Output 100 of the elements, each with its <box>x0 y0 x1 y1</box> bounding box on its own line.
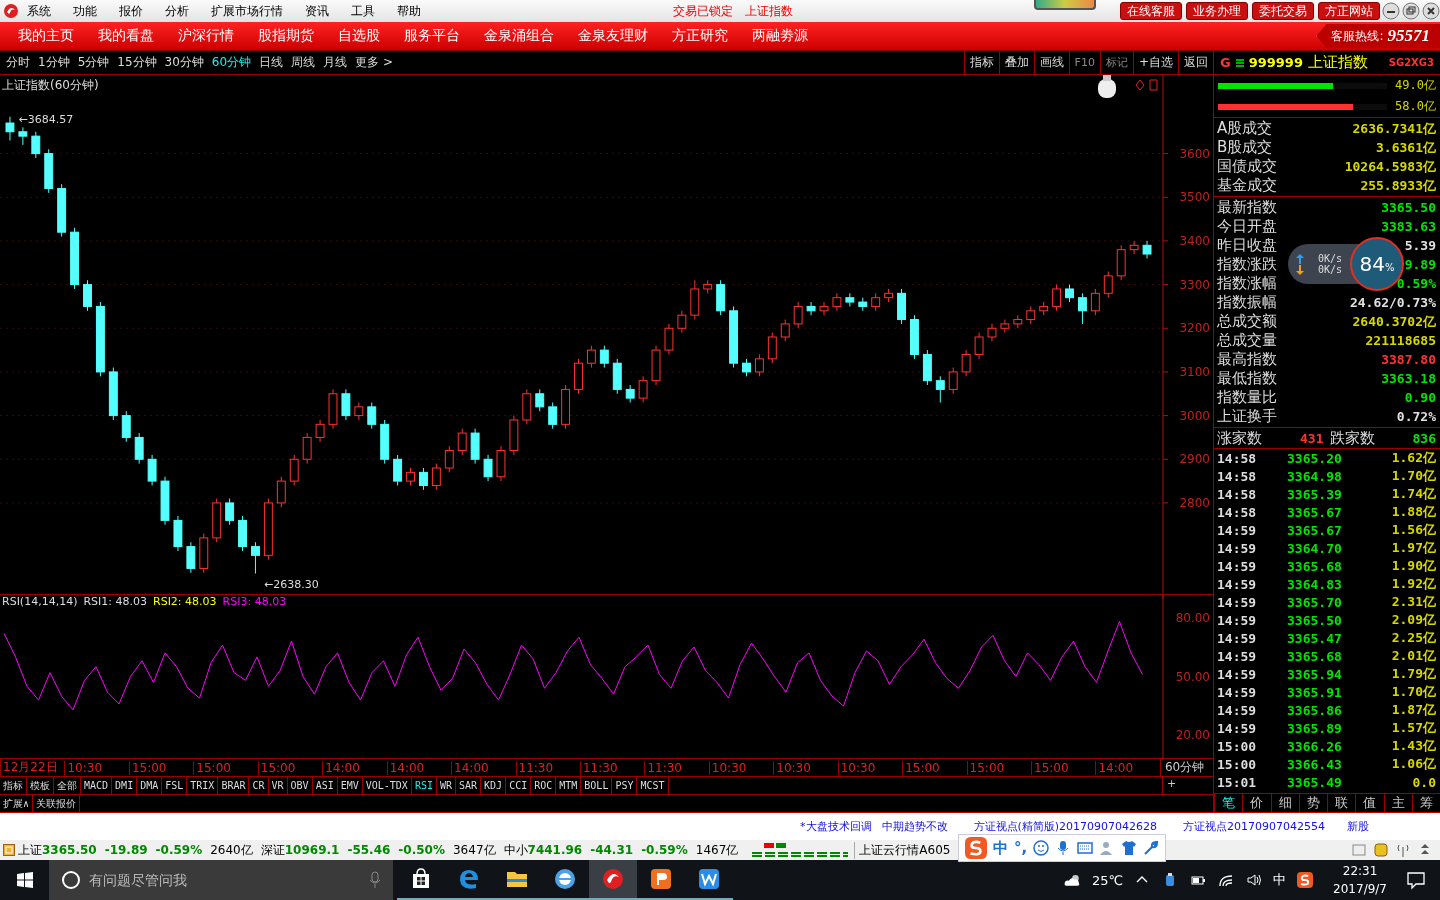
window-icon[interactable] <box>3 844 15 856</box>
menu-item[interactable]: 扩展市场行情 <box>211 2 283 20</box>
indicator-tab[interactable]: 指标 <box>0 777 27 794</box>
news-link[interactable]: 中期趋势不改 <box>881 819 948 834</box>
time-label: 14:00 <box>1095 760 1160 775</box>
menu-item[interactable]: 分析 <box>165 2 189 20</box>
time-label: 11:30 <box>515 760 580 775</box>
news-link[interactable]: *大盘技术回调 <box>800 819 872 834</box>
tick-price: 3365.47 <box>1287 630 1343 646</box>
shirt-icon[interactable] <box>1121 840 1138 856</box>
period-tab[interactable]: 周线 <box>291 54 316 71</box>
windows-start-icon[interactable] <box>17 872 33 888</box>
weather-cloud-icon[interactable] <box>1063 872 1082 888</box>
nav-tab[interactable]: 我的主页 <box>18 27 74 45</box>
nav-tab[interactable]: 我的看盘 <box>98 27 154 45</box>
candle <box>18 126 28 146</box>
clock-date: 2017/9/7 <box>1333 881 1387 898</box>
tick-time: 14:58 <box>1217 486 1258 502</box>
period-tab[interactable]: 1分钟 <box>38 54 70 71</box>
wrench-icon[interactable] <box>1143 840 1160 856</box>
nav-tab[interactable]: 沪深行情 <box>178 27 234 45</box>
service-button[interactable]: 委托交易 <box>1252 2 1314 20</box>
period-tab[interactable]: 分时 <box>6 54 30 71</box>
antenna-icon[interactable] <box>1396 843 1410 857</box>
level-meter-icon <box>1034 0 1096 10</box>
menu-item[interactable]: 功能 <box>73 2 97 20</box>
indicator-tab[interactable]: 全部 <box>54 777 81 794</box>
menu-item[interactable]: 帮助 <box>397 2 421 20</box>
candle <box>690 279 700 321</box>
service-button[interactable]: 业务办理 <box>1186 2 1248 20</box>
tick-time: 14:59 <box>1217 684 1258 700</box>
indicator-tab[interactable]: MACD <box>81 777 113 794</box>
trading-app-icon[interactable] <box>589 860 637 900</box>
nav-tab[interactable]: 金泉涌组合 <box>484 27 554 45</box>
minimize-icon[interactable] <box>1382 2 1400 20</box>
coin-icon[interactable] <box>1374 843 1388 857</box>
notification-icon[interactable] <box>1406 870 1426 890</box>
candle <box>1000 319 1010 334</box>
close-icon[interactable] <box>1422 2 1440 20</box>
indicator-tab[interactable]: ROC <box>531 777 557 794</box>
indicator-tab[interactable]: SAR <box>456 777 482 794</box>
input-method[interactable]: 中 <box>1273 871 1287 889</box>
period-tab[interactable]: 5分钟 <box>77 54 110 71</box>
ime-logo-icon[interactable] <box>1296 872 1315 888</box>
index-percent: -0.59% <box>155 843 203 857</box>
indicator-tab[interactable]: 模板 <box>27 777 54 794</box>
indicator-tab[interactable]: MCST <box>637 777 669 794</box>
weather-temp[interactable]: 25℃ <box>1091 872 1124 888</box>
indicator-tab[interactable]: CCI <box>506 777 532 794</box>
keyboard-icon[interactable] <box>1077 840 1094 856</box>
period-tab[interactable]: 月线 <box>323 54 348 71</box>
menu-icon[interactable] <box>1235 57 1244 68</box>
indicator-tab[interactable]: DMA <box>137 777 163 794</box>
expand-tab[interactable]: 关联报价 <box>33 795 81 812</box>
expand-tab[interactable]: 扩展∧ <box>0 795 34 812</box>
tick-amount: 1.57亿 <box>1391 719 1436 737</box>
search-field[interactable]: 有问题尽管问我 <box>87 871 369 889</box>
nav-tab[interactable]: 方正研究 <box>672 27 728 45</box>
search-box[interactable]: 有问题尽管问我 <box>49 860 393 900</box>
candle <box>664 323 674 355</box>
indicator-tab[interactable]: MTM <box>556 777 582 794</box>
period-tab[interactable]: 60分钟 <box>211 54 252 71</box>
menu-item[interactable]: 报价 <box>119 2 143 20</box>
tick-price: 3365.86 <box>1287 702 1343 718</box>
volume-icon[interactable] <box>1245 872 1264 888</box>
menu-item[interactable]: 系统 <box>27 2 51 20</box>
indicator-tab[interactable]: TRIX <box>187 777 219 794</box>
ime-punct[interactable]: °, <box>1014 839 1028 857</box>
nav-tab[interactable]: 金泉友理财 <box>578 27 648 45</box>
news-link[interactable]: 新股 <box>1347 819 1370 834</box>
indicator-tab[interactable]: DMI <box>112 777 138 794</box>
add-button[interactable]: + <box>1162 777 1213 794</box>
nav-tab[interactable]: 股指期货 <box>258 27 314 45</box>
news-link[interactable]: 方证视点20170907042554 <box>1183 819 1326 834</box>
period-tab[interactable]: 更多 > <box>355 54 393 71</box>
smiley-icon[interactable] <box>1033 840 1050 856</box>
index-name: 上证 <box>18 841 42 859</box>
candle <box>1142 240 1152 259</box>
indicator-tab[interactable]: KDJ <box>481 777 507 794</box>
microphone-icon[interactable] <box>369 871 381 889</box>
hotline-label: 客服热线: <box>1331 27 1384 45</box>
candle <box>302 432 312 465</box>
service-button[interactable]: 方正网站 <box>1318 2 1380 20</box>
ime-mode[interactable]: 中 <box>993 838 1008 858</box>
news-link[interactable]: 方证视点(精简版)20170907042628 <box>973 819 1158 834</box>
period-tab[interactable]: 日线 <box>259 54 284 71</box>
candle <box>651 345 661 386</box>
restore-icon[interactable] <box>1402 2 1420 20</box>
taskbar-clock[interactable]: 22:31 2017/9/7 <box>1333 862 1387 898</box>
nav-tab[interactable]: 两融劵源 <box>752 27 808 45</box>
menu-item[interactable]: 工具 <box>351 2 375 20</box>
nav-tab[interactable]: 自选股 <box>338 27 380 45</box>
time-label: 15:00 <box>257 760 323 775</box>
nav-tab[interactable]: 服务平台 <box>404 27 460 45</box>
menu-item[interactable]: 资讯 <box>305 2 329 20</box>
period-tab[interactable]: 15分钟 <box>117 54 157 71</box>
tick-price: 3365.50 <box>1287 612 1343 628</box>
period-tab[interactable]: 30分钟 <box>164 54 204 71</box>
candle <box>393 454 403 486</box>
service-button[interactable]: 在线客服 <box>1120 2 1182 20</box>
